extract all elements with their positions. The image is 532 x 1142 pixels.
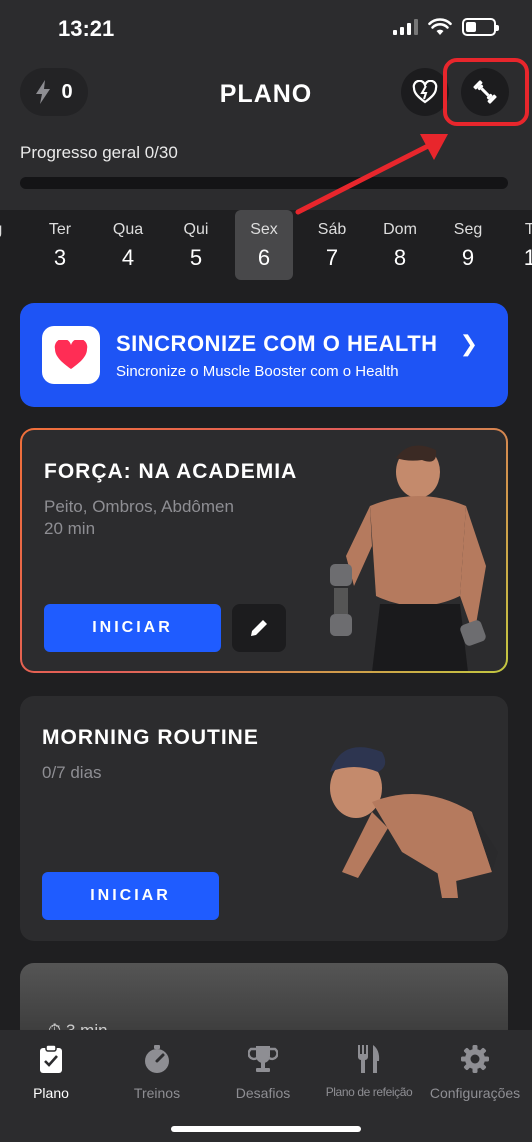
overall-progress-label: Progresso geral 0/30 xyxy=(20,143,178,162)
day-item[interactable]: Ter 3 xyxy=(31,210,89,280)
day-item[interactable]: Seg 9 xyxy=(439,210,497,280)
health-heart-button[interactable] xyxy=(401,68,449,116)
health-sync-title: SINCRONIZE COM O HEALTH xyxy=(116,331,438,356)
health-sync-card[interactable]: SINCRONIZE COM O HEALTH Sincronize o Mus… xyxy=(20,303,508,407)
workout-title: FORÇA: NA ACADEMIA xyxy=(44,460,298,483)
tab-treinos[interactable]: Treinos xyxy=(104,1042,210,1101)
tab-plano-refeicao[interactable]: Plano de refeição xyxy=(316,1042,422,1099)
stopwatch-icon xyxy=(145,1045,169,1073)
status-time: 13:21 xyxy=(58,16,115,41)
tab-label: Desafios xyxy=(235,1085,291,1101)
edit-workout-button[interactable] xyxy=(232,604,286,652)
tab-desafios[interactable]: Desafios xyxy=(210,1042,316,1101)
workout-details: Peito, Ombros, Abdômen 20 min xyxy=(44,496,234,540)
pushup-athlete-illustration xyxy=(330,747,498,898)
workout-duration: 20 min xyxy=(44,519,96,538)
header: 0 PLANO Progresso geral 0/30 xyxy=(0,58,532,210)
overall-progress-bar xyxy=(20,177,508,189)
routine-progress: 0/7 dias xyxy=(42,763,102,782)
home-indicator xyxy=(171,1126,361,1132)
workout-card-morning-routine[interactable]: MORNING ROUTINE 0/7 dias INICIAR xyxy=(20,696,508,941)
bottom-tab-bar: Plano Treinos Desafios Plano de refeição… xyxy=(0,1030,532,1142)
annotation-highlight-box xyxy=(443,58,529,126)
tab-label: Plano de refeição xyxy=(325,1085,413,1099)
gear-icon xyxy=(461,1045,489,1073)
tab-plano[interactable]: Plano xyxy=(0,1042,104,1101)
day-item[interactable]: Sáb 7 xyxy=(303,210,361,280)
workout-card-gym[interactable]: FORÇA: NA ACADEMIA Peito, Ombros, Abdôme… xyxy=(20,428,508,673)
day-item[interactable]: Qua 4 xyxy=(99,210,157,280)
tab-configuracoes[interactable]: Configurações xyxy=(422,1042,528,1101)
day-item[interactable]: Dom 8 xyxy=(371,210,429,280)
pencil-icon xyxy=(251,620,267,636)
workout-title: MORNING ROUTINE xyxy=(42,726,259,749)
wifi-icon xyxy=(428,18,452,35)
day-item[interactable]: Seg xyxy=(0,210,17,280)
fork-knife-icon xyxy=(358,1045,380,1073)
athlete-with-dumbbell-illustration xyxy=(330,445,486,671)
tab-label: Configurações xyxy=(429,1085,521,1101)
chevron-right-icon: ❯ xyxy=(459,331,478,356)
day-item[interactable]: Qui 5 xyxy=(167,210,225,280)
workout-muscles: Peito, Ombros, Abdômen xyxy=(44,497,234,516)
day-item-selected[interactable]: Sex 6 xyxy=(235,210,293,280)
status-icons xyxy=(393,18,499,36)
cellular-signal-icon xyxy=(393,19,418,35)
day-selector: Seg Ter 3 Qua 4 Qui 5 Sex 6 Sáb 7 Dom 8 … xyxy=(0,210,532,284)
heart-pulse-icon xyxy=(412,80,438,104)
battery-icon xyxy=(462,18,499,36)
health-sync-subtitle: Sincronize o Muscle Booster com o Health xyxy=(116,363,399,380)
tab-label: Treinos xyxy=(133,1085,181,1101)
trophy-icon xyxy=(248,1046,278,1072)
tab-label: Plano xyxy=(33,1085,69,1101)
day-item[interactable]: Ter 10 xyxy=(507,210,532,280)
start-workout-button[interactable]: INICIAR xyxy=(44,604,221,652)
start-routine-button[interactable]: INICIAR xyxy=(42,872,219,920)
clipboard-check-icon xyxy=(40,1044,62,1073)
apple-health-icon xyxy=(42,326,100,384)
status-bar: 13:21 xyxy=(0,0,532,58)
